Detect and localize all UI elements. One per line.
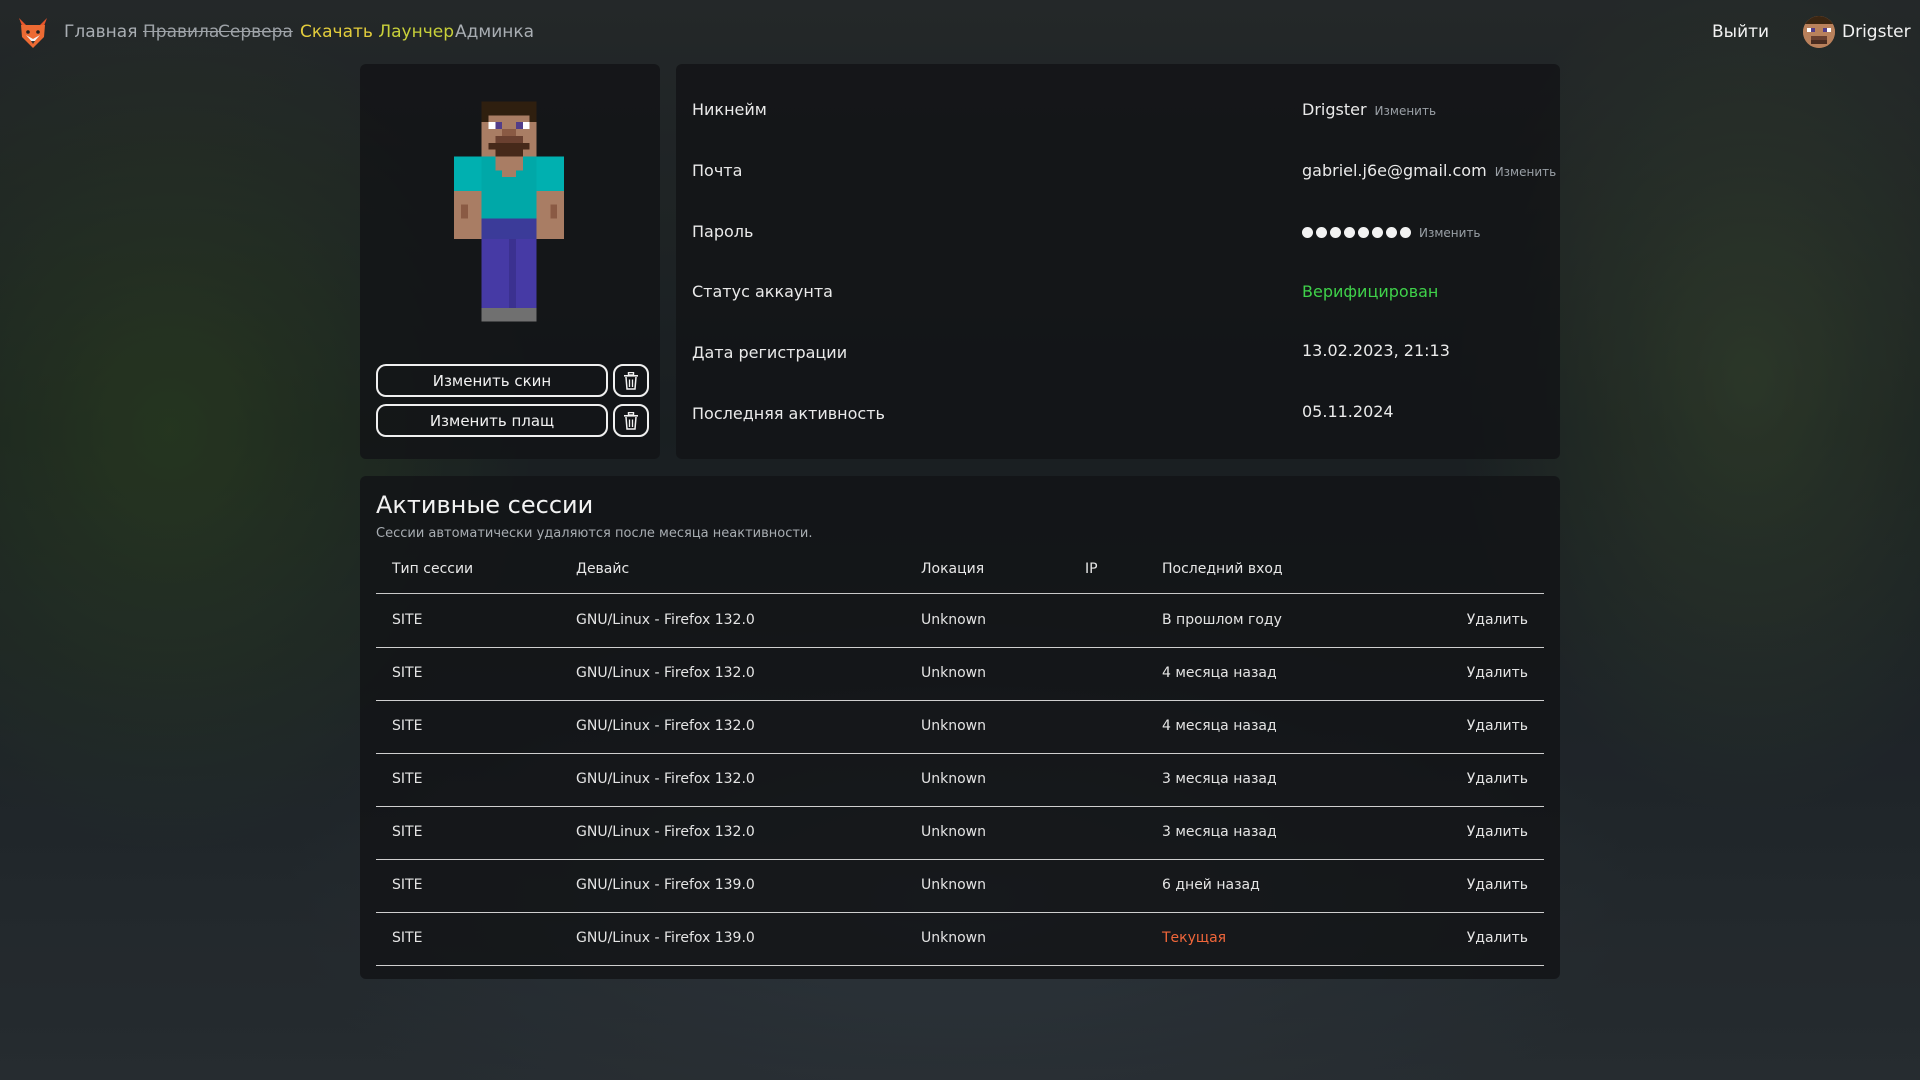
session-type: SITE: [392, 718, 423, 734]
trash-icon: [624, 371, 638, 390]
nav-download-label-part1: Скачать: [300, 22, 373, 42]
status-value: Верифицирован: [1302, 282, 1439, 301]
session-type: SITE: [392, 930, 423, 946]
session-last-login: 3 месяца назад: [1162, 824, 1277, 840]
session-location: Unknown: [921, 718, 986, 734]
nav-admin[interactable]: Админка: [455, 22, 534, 42]
nickname-value: Drigster: [1302, 100, 1367, 119]
column-header-last-login: Последний вход: [1162, 561, 1283, 577]
change-cape-button[interactable]: Изменить плащ: [376, 404, 608, 437]
nav-home[interactable]: Главная: [64, 22, 137, 42]
sessions-title: Активные сессии: [376, 491, 594, 519]
session-location: Unknown: [921, 665, 986, 681]
session-device: GNU/Linux - Firefox 139.0: [576, 930, 755, 946]
column-header-ip: IP: [1085, 561, 1098, 577]
logout-button[interactable]: Выйти: [1712, 22, 1769, 42]
session-last-login-current: Текущая: [1162, 930, 1227, 946]
profile-info-panel: Никнейм Drigster Изменить Почта gabriel.j…: [676, 64, 1560, 459]
email-row: Почта gabriel.j6e@gmail.com Изменить: [692, 157, 1556, 187]
last-activity-value: 05.11.2024: [1302, 402, 1394, 421]
delete-session-button[interactable]: Удалить: [1467, 877, 1528, 893]
nav-download-label-part2: Лаунчер: [378, 22, 455, 42]
email-label: Почта: [692, 161, 743, 180]
change-skin-button[interactable]: Изменить скин: [376, 364, 608, 397]
session-location: Unknown: [921, 930, 986, 946]
delete-session-button[interactable]: Удалить: [1467, 771, 1528, 787]
delete-session-button[interactable]: Удалить: [1467, 824, 1528, 840]
table-row: SITE GNU/Linux - Firefox 132.0 Unknown 3…: [376, 806, 1544, 860]
delete-session-button[interactable]: Удалить: [1467, 612, 1528, 628]
session-device: GNU/Linux - Firefox 132.0: [576, 718, 755, 734]
delete-session-button[interactable]: Удалить: [1467, 930, 1528, 946]
session-type: SITE: [392, 771, 423, 787]
table-row: SITE GNU/Linux - Firefox 132.0 Unknown 4…: [376, 647, 1544, 701]
session-type: SITE: [392, 824, 423, 840]
session-last-login: 4 месяца назад: [1162, 718, 1277, 734]
session-device: GNU/Linux - Firefox 139.0: [576, 877, 755, 893]
session-device: GNU/Linux - Firefox 132.0: [576, 612, 755, 628]
user-avatar-face-icon: [1803, 16, 1835, 48]
column-header-type: Тип сессии: [392, 561, 474, 577]
session-type: SITE: [392, 665, 423, 681]
nav-servers[interactable]: Сервера: [218, 22, 293, 42]
registered-value: 13.02.2023, 21:13: [1302, 341, 1450, 360]
password-row: Пароль Изменить: [692, 218, 1544, 248]
session-location: Unknown: [921, 612, 986, 628]
registered-label: Дата регистрации: [692, 343, 848, 362]
registered-row: Дата регистрации 13.02.2023, 21:13: [692, 339, 1544, 369]
top-navigation: Главная Правила Сервера Скачать Лаунчер …: [0, 0, 1920, 68]
column-header-device: Девайс: [576, 561, 630, 577]
table-row: SITE GNU/Linux - Firefox 132.0 Unknown В…: [376, 594, 1544, 648]
table-row: SITE GNU/Linux - Firefox 132.0 Unknown 4…: [376, 700, 1544, 754]
nickname-row: Никнейм Drigster Изменить: [692, 96, 1544, 126]
table-row: SITE GNU/Linux - Firefox 139.0 Unknown Т…: [376, 912, 1544, 966]
status-label: Статус аккаунта: [692, 282, 833, 301]
nav-rules[interactable]: Правила: [143, 22, 219, 42]
delete-session-button[interactable]: Удалить: [1467, 718, 1528, 734]
nickname-value-wrap: Drigster Изменить: [1302, 100, 1436, 119]
session-last-login: 6 дней назад: [1162, 877, 1260, 893]
session-type: SITE: [392, 612, 423, 628]
sessions-subtitle: Сессии автоматически удаляются после мес…: [376, 526, 813, 541]
session-location: Unknown: [921, 771, 986, 787]
session-last-login: 3 месяца назад: [1162, 771, 1277, 787]
minecraft-skin-preview: [454, 101, 564, 322]
last-activity-label: Последняя активность: [692, 404, 885, 423]
nav-download-launcher[interactable]: Скачать Лаунчер: [300, 22, 454, 42]
delete-skin-button[interactable]: [613, 364, 649, 397]
table-row: SITE GNU/Linux - Firefox 132.0 Unknown 3…: [376, 753, 1544, 807]
sessions-panel: Активные сессии Сессии автоматически уда…: [360, 476, 1560, 979]
session-type: SITE: [392, 877, 423, 893]
nickname-label: Никнейм: [692, 100, 767, 119]
session-device: GNU/Linux - Firefox 132.0: [576, 771, 755, 787]
session-last-login: В прошлом году: [1162, 612, 1282, 628]
skin-panel: Изменить скин Изменить плащ: [360, 64, 660, 459]
session-last-login: 4 месяца назад: [1162, 665, 1277, 681]
change-nickname-link[interactable]: Изменить: [1375, 104, 1437, 118]
session-location: Unknown: [921, 824, 986, 840]
session-location: Unknown: [921, 877, 986, 893]
delete-cape-button[interactable]: [613, 404, 649, 437]
email-value: gabriel.j6e@gmail.com: [1302, 161, 1487, 180]
last-activity-row: Последняя активность 05.11.2024: [692, 400, 1544, 430]
username-label[interactable]: Drigster: [1842, 22, 1911, 42]
password-value-wrap: Изменить: [1302, 222, 1481, 241]
delete-session-button[interactable]: Удалить: [1467, 665, 1528, 681]
session-device: GNU/Linux - Firefox 132.0: [576, 665, 755, 681]
table-row: SITE GNU/Linux - Firefox 139.0 Unknown 6…: [376, 859, 1544, 913]
fox-logo-icon[interactable]: [16, 15, 50, 51]
status-row: Статус аккаунта Верифицирован: [692, 278, 1544, 308]
change-password-link[interactable]: Изменить: [1419, 226, 1481, 240]
email-value-wrap: gabriel.j6e@gmail.com Изменить: [1302, 161, 1556, 180]
user-avatar[interactable]: [1803, 16, 1835, 48]
session-device: GNU/Linux - Firefox 132.0: [576, 824, 755, 840]
password-mask: [1302, 227, 1411, 238]
password-label: Пароль: [692, 222, 754, 241]
column-header-location: Локация: [921, 561, 985, 577]
trash-icon: [624, 411, 638, 430]
change-email-link[interactable]: Изменить: [1495, 165, 1557, 179]
